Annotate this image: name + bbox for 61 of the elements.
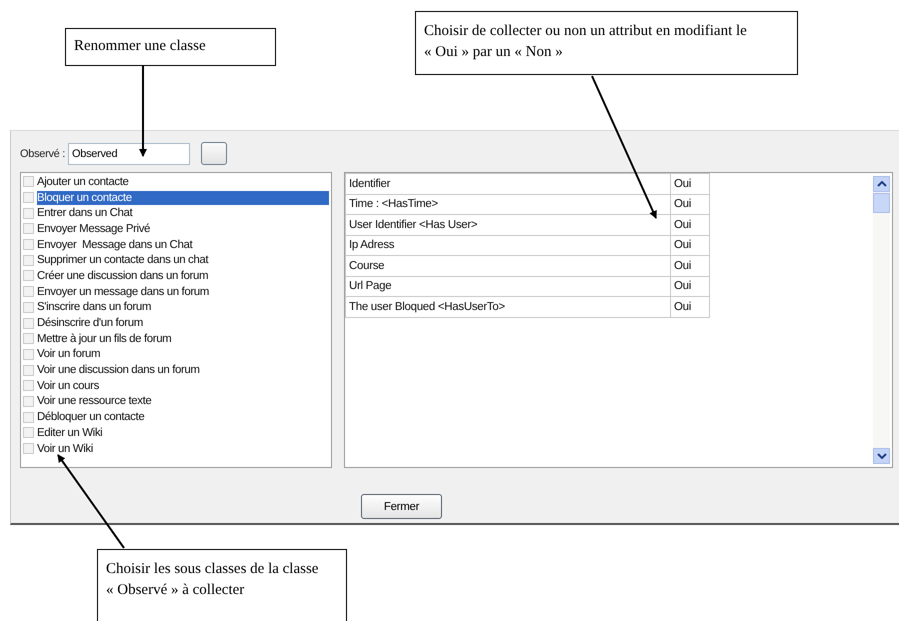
subclass-item[interactable]: Envoyer Message dans un Chat xyxy=(37,238,329,252)
checkbox[interactable] xyxy=(23,254,34,266)
checkbox[interactable] xyxy=(23,380,34,392)
checkbox[interactable] xyxy=(23,286,34,298)
subclass-item[interactable]: Envoyer Message Privé xyxy=(37,222,329,236)
collect-cell[interactable]: Oui xyxy=(670,214,710,235)
checkbox[interactable] xyxy=(23,427,34,438)
checkbox[interactable] xyxy=(23,302,34,313)
attribute-cell: Ip Adress xyxy=(346,235,670,256)
attribute-cell: Time : <HasTime> xyxy=(346,194,670,214)
collect-cell[interactable]: Oui xyxy=(670,256,710,276)
scroll-down-icon[interactable] xyxy=(873,448,890,464)
subclass-item[interactable]: Voir un cours xyxy=(37,378,329,393)
close-button[interactable]: Fermer xyxy=(361,494,442,519)
attribute-cell: Identifier xyxy=(346,174,670,194)
class-name-field[interactable]: Observed xyxy=(68,142,190,164)
collect-cell[interactable]: Oui xyxy=(670,276,710,296)
checkbox[interactable] xyxy=(23,208,34,219)
scroll-up-icon[interactable] xyxy=(873,176,890,192)
checkbox[interactable] xyxy=(23,364,34,376)
callout-note: Choisir les sous classes de la classe « Observé » à collecter xyxy=(97,549,347,621)
checkbox[interactable] xyxy=(23,239,34,250)
action-button[interactable] xyxy=(201,142,227,165)
subclass-item[interactable]: Ajouter un contacte xyxy=(37,174,329,189)
collect-cell[interactable]: Oui xyxy=(670,174,710,194)
subclass-item[interactable]: Entrer dans un Chat xyxy=(37,206,329,220)
scrollbar[interactable] xyxy=(873,176,890,464)
subclass-item[interactable]: Envoyer un message dans un forum xyxy=(37,284,329,299)
attribute-cell: Course xyxy=(346,256,670,276)
subclass-item[interactable]: Voir une discussion dans un forum xyxy=(37,363,329,378)
subclass-item[interactable]: Voir un Wiki xyxy=(37,442,329,456)
checkbox[interactable] xyxy=(23,443,34,454)
subclass-item[interactable]: S'inscrire dans un forum xyxy=(37,300,329,314)
attribute-cell: Url Page xyxy=(346,276,670,296)
subclass-item[interactable]: Voir un forum xyxy=(37,347,329,362)
checkbox[interactable] xyxy=(23,333,34,344)
attribute-cell: The user Bloqued <HasUserTo> xyxy=(346,296,670,317)
subclass-item[interactable]: Voir une ressource texte xyxy=(37,394,329,408)
checkbox[interactable] xyxy=(23,348,34,360)
collect-cell[interactable]: Oui xyxy=(670,296,710,317)
collect-cell[interactable]: Oui xyxy=(670,235,710,256)
checkbox[interactable] xyxy=(23,412,34,423)
subclass-item[interactable]: Supprimer un contacte dans un chat xyxy=(37,253,329,268)
checkbox[interactable] xyxy=(23,176,34,188)
subclass-item[interactable]: Désinscrire d'un forum xyxy=(37,316,329,330)
field-label: Observé : xyxy=(20,148,65,160)
scroll-thumb[interactable] xyxy=(873,193,890,213)
subclass-item[interactable]: Mettre à jour un fils de forum xyxy=(37,332,329,346)
checkbox[interactable] xyxy=(23,223,34,234)
checkbox[interactable] xyxy=(23,270,34,282)
subclass-item[interactable]: Editer un Wiki xyxy=(37,426,329,440)
collect-cell[interactable]: Oui xyxy=(670,194,710,214)
checkbox[interactable] xyxy=(23,318,34,329)
callout-note: Choisir de collecter ou non un attribut en modifiant le « Oui » par un « Non » xyxy=(415,11,798,75)
callout-note: Renommer une classe xyxy=(65,28,276,66)
subclass-item[interactable]: Créer une discussion dans un forum xyxy=(37,268,329,283)
attribute-cell: User Identifier <Has User> xyxy=(346,214,670,235)
checkbox[interactable] xyxy=(23,396,34,407)
subclass-item[interactable]: Bloquer un contacte xyxy=(37,190,329,205)
checkbox[interactable] xyxy=(23,192,34,204)
subclass-item[interactable]: Débloquer un contacte xyxy=(37,410,329,424)
